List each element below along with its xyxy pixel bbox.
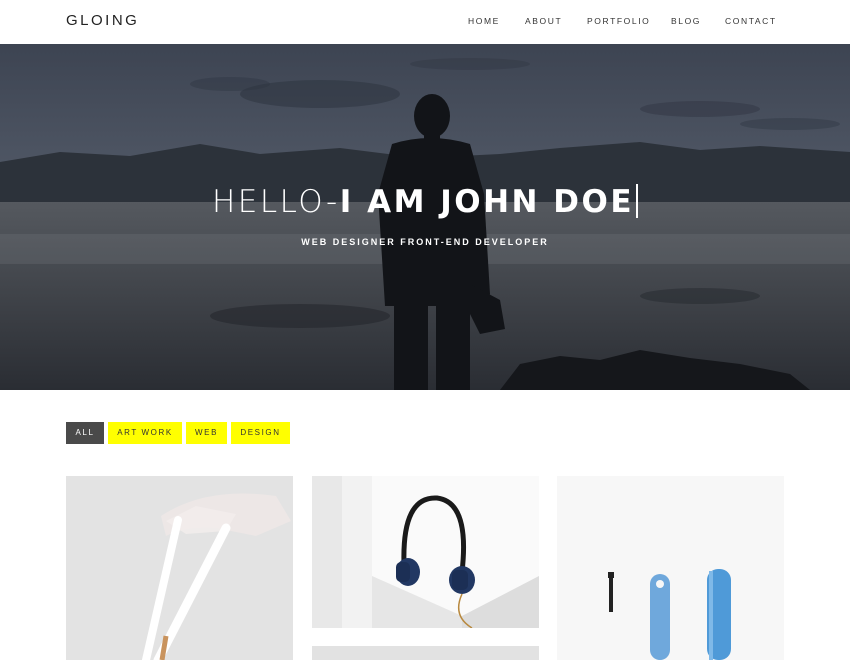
filter-design-button[interactable]: DESIGN: [231, 422, 290, 444]
hero-title: HELLO-I AM JOHN DOE: [0, 184, 850, 220]
site-header: GLOING HOME ABOUT PORTFOLIO BLOG CONTACT: [0, 0, 850, 44]
headphones-image: [312, 476, 539, 628]
hero-subtitle: WEB DESIGNER FRONT-END DEVELOPER: [301, 237, 549, 247]
portfolio-item-next[interactable]: [312, 646, 539, 660]
pencils-image: [66, 476, 293, 660]
nav-about-link[interactable]: ABOUT: [525, 16, 562, 26]
filter-all-button[interactable]: ALL: [66, 422, 104, 444]
portfolio-item-pencils[interactable]: [66, 476, 293, 660]
nav-home-link[interactable]: HOME: [468, 16, 500, 26]
typing-cursor: [636, 184, 639, 218]
filter-art-work-button[interactable]: ART WORK: [108, 422, 182, 444]
filter-web-button[interactable]: WEB: [186, 422, 227, 444]
nav-blog-link[interactable]: BLOG: [671, 16, 701, 26]
main-nav: HOME ABOUT PORTFOLIO BLOG CONTACT: [0, 16, 850, 30]
nav-portfolio-link[interactable]: PORTFOLIO: [587, 16, 650, 26]
tools-image: [557, 476, 784, 660]
hero-banner: HELLO-I AM JOHN DOE WEB DESIGNER FRONT-E…: [0, 44, 850, 390]
nav-contact-link[interactable]: CONTACT: [725, 16, 777, 26]
portfolio-item-headphones[interactable]: [312, 476, 539, 628]
hero-title-name: I AM JOHN DOE: [339, 184, 635, 220]
portfolio-item-tools[interactable]: [557, 476, 784, 660]
hero-title-greeting: HELLO-: [211, 184, 340, 220]
